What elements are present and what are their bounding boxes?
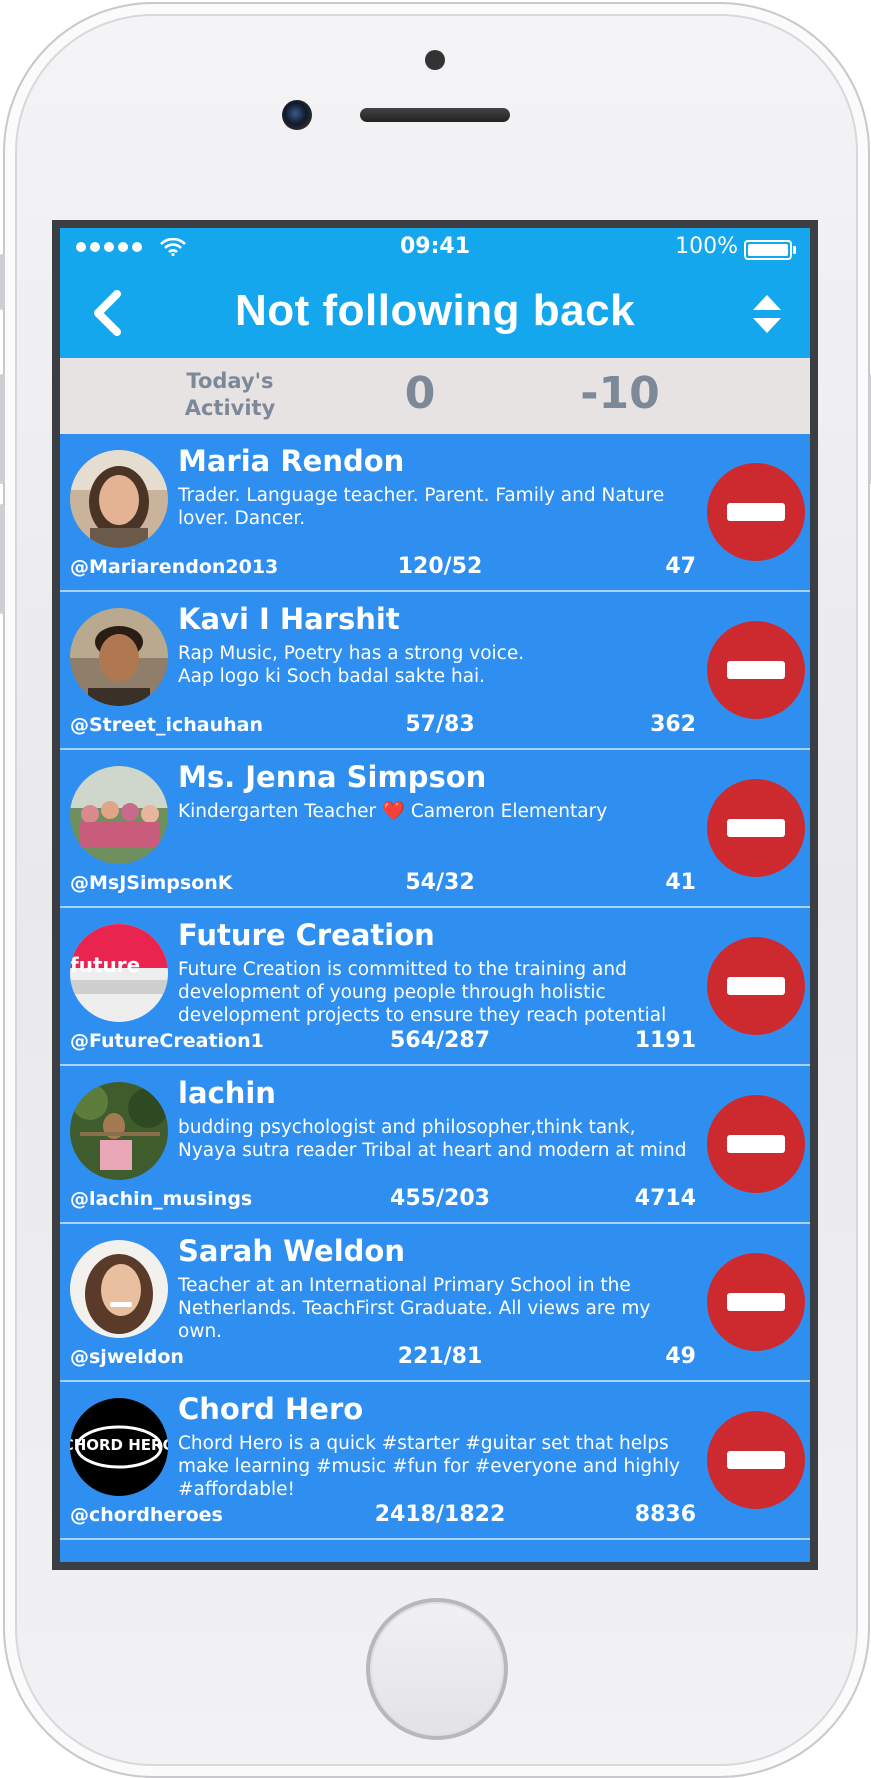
minus-icon	[727, 661, 785, 679]
volume-up-button	[0, 374, 5, 484]
unfollow-button[interactable]	[707, 463, 805, 561]
list-item[interactable]	[60, 1540, 810, 1562]
avatar	[70, 450, 168, 548]
following-followers: 57/83	[405, 712, 475, 737]
activity-label: Today's Activity	[184, 369, 276, 420]
user-handle: @lachin_musings	[70, 1188, 253, 1210]
page-title: Not following back	[234, 286, 636, 335]
list-item[interactable]: lachin budding psychologist and philosop…	[60, 1066, 810, 1224]
avatar	[70, 1240, 168, 1338]
user-name: Kavi I Harshit	[178, 602, 400, 636]
future-logo-text: future	[70, 953, 140, 977]
list-item[interactable]: future Future Creation Future Creation i…	[60, 908, 810, 1066]
list-item[interactable]: Sarah Weldon Teacher at an International…	[60, 1224, 810, 1382]
following-followers: 455/203	[390, 1186, 490, 1211]
unfollow-button[interactable]	[707, 937, 805, 1035]
mute-switch	[0, 254, 5, 310]
home-button[interactable]	[366, 1598, 508, 1740]
user-handle: @chordheroes	[70, 1504, 223, 1526]
following-followers: 54/32	[405, 870, 475, 895]
tweet-count: 47	[665, 554, 696, 579]
chord-hero-logo-text: CHORD HERO	[70, 1436, 168, 1454]
user-bio: Kindergarten Teacher ❤️ Cameron Elementa…	[178, 801, 608, 822]
user-name: Chord Hero	[178, 1392, 364, 1426]
navigation-bar: Not following back	[60, 268, 810, 358]
sort-icon	[753, 295, 781, 333]
user-name: Future Creation	[178, 918, 435, 952]
list-item[interactable]: CHORD HERO Chord Hero Chord Hero is a qu…	[60, 1382, 810, 1540]
avatar: CHORD HERO	[70, 1398, 168, 1496]
user-name: Maria Rendon	[178, 444, 405, 478]
user-list: Maria Rendon Trader. Language teacher. P…	[60, 434, 810, 1562]
user-bio: Trader. Language teacher. Parent. Family…	[178, 485, 665, 529]
unfollow-button[interactable]	[707, 621, 805, 719]
user-handle: @FutureCreation1	[70, 1030, 264, 1052]
list-item[interactable]: Kavi I Harshit Rap Music, Poetry has a s…	[60, 592, 810, 750]
battery-percentage: 100%	[675, 234, 738, 259]
volume-down-button	[0, 504, 5, 614]
user-name: Ms. Jenna Simpson	[178, 760, 487, 794]
status-bar: 09:41 100%	[60, 228, 810, 268]
following-followers: 120/52	[397, 554, 483, 579]
user-handle: @sjweldon	[70, 1346, 184, 1368]
sort-button[interactable]	[742, 286, 792, 342]
user-name: lachin	[178, 1076, 276, 1110]
unfollow-button[interactable]	[707, 779, 805, 877]
user-handle: @MsJSimpsonK	[70, 872, 233, 894]
list-item[interactable]: Maria Rendon Trader. Language teacher. P…	[60, 434, 810, 592]
user-handle: @Mariarendon2013	[70, 556, 279, 578]
user-bio: Rap Music, Poetry has a strong voice. Aa…	[178, 643, 525, 687]
tweet-count: 4714	[634, 1186, 696, 1211]
user-handle: @Street_ichauhan	[70, 714, 264, 736]
avatar: future	[70, 924, 168, 1022]
earpiece-speaker	[360, 108, 510, 122]
minus-icon	[727, 1451, 785, 1469]
avatar	[70, 766, 168, 864]
minus-icon	[727, 503, 785, 521]
avatar	[70, 608, 168, 706]
following-followers: 2418/1822	[374, 1502, 506, 1527]
activity-value-new: 0	[404, 368, 436, 419]
app-view: 09:41 100% Not following back Today's Ac…	[60, 228, 810, 1562]
unfollow-button[interactable]	[707, 1411, 805, 1509]
unfollow-button[interactable]	[707, 1095, 805, 1193]
tweet-count: 49	[665, 1344, 696, 1369]
minus-icon	[727, 1135, 785, 1153]
avatar	[70, 1082, 168, 1180]
minus-icon	[727, 1293, 785, 1311]
battery-icon	[744, 240, 796, 260]
activity-value-change: -10	[580, 368, 660, 419]
list-item[interactable]: Ms. Jenna Simpson Kindergarten Teacher ❤…	[60, 750, 810, 908]
user-bio: Teacher at an International Primary Scho…	[178, 1275, 651, 1342]
following-followers: 564/287	[390, 1028, 490, 1053]
todays-activity-bar: Today's Activity 0 -10	[60, 358, 810, 434]
tweet-count: 1191	[634, 1028, 696, 1053]
minus-icon	[727, 977, 785, 995]
proximity-sensor	[425, 50, 445, 70]
minus-icon	[727, 819, 785, 837]
tweet-count: 41	[665, 870, 696, 895]
front-camera	[282, 100, 312, 130]
unfollow-button[interactable]	[707, 1253, 805, 1351]
tweet-count: 362	[650, 712, 696, 737]
user-name: Sarah Weldon	[178, 1234, 405, 1268]
user-bio: budding psychologist and philosopher,thi…	[178, 1117, 687, 1161]
user-bio: Future Creation is committed to the trai…	[178, 959, 667, 1026]
user-bio: Chord Hero is a quick #starter #guitar s…	[178, 1433, 680, 1500]
following-followers: 221/81	[397, 1344, 483, 1369]
screen: 09:41 100% Not following back Today's Ac…	[52, 220, 818, 1570]
tweet-count: 8836	[634, 1502, 696, 1527]
